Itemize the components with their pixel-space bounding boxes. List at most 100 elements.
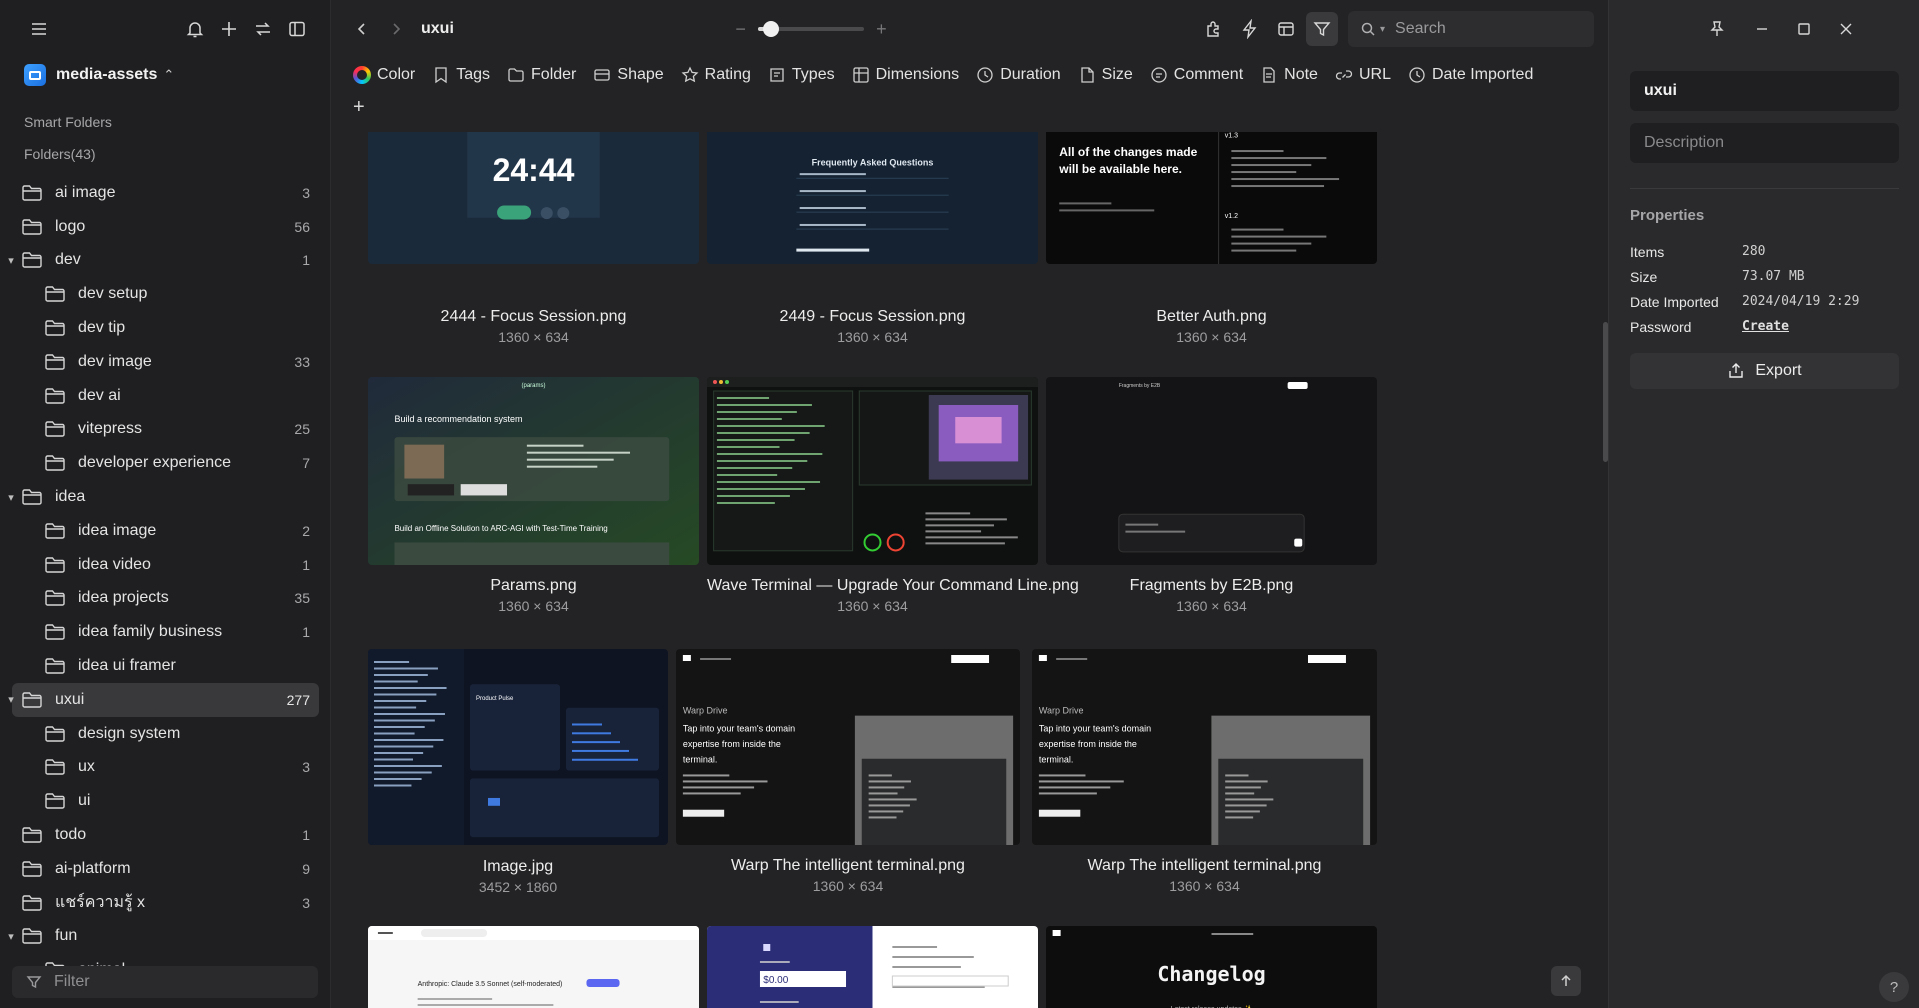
pin-icon[interactable] — [1699, 12, 1733, 46]
folder-item[interactable]: dev ai — [0, 379, 331, 413]
folder-item[interactable]: dev image 33 — [0, 345, 331, 379]
folder-item[interactable]: ▾ dev 1 — [0, 244, 331, 278]
folder-item[interactable]: ai image 3 — [0, 176, 331, 210]
folder-item[interactable]: design system — [0, 717, 331, 751]
folder-count: 35 — [294, 590, 310, 607]
filter-date-imported[interactable]: Date Imported — [1408, 62, 1533, 88]
asset-thumbnail[interactable]: (params) Build a recommendation system B… — [368, 377, 699, 565]
folder-icon — [44, 522, 66, 540]
layout-icon[interactable] — [1270, 12, 1302, 46]
folder-item[interactable]: developer experience 7 — [0, 446, 331, 480]
svg-text:terminal.: terminal. — [683, 755, 718, 765]
folder-item[interactable]: ai-platform 9 — [0, 852, 331, 886]
asset-thumbnail[interactable]: Warp Drive Tap into your team's domain e… — [676, 649, 1020, 845]
library-switcher[interactable]: media-assets ⌃ — [0, 58, 330, 92]
asset-thumbnail[interactable]: Frequently Asked Questions — [707, 132, 1038, 264]
filter-folder[interactable]: Folder — [507, 62, 576, 88]
back-icon[interactable] — [345, 12, 379, 46]
folder-item[interactable]: vitepress 25 — [0, 413, 331, 447]
zoom-track[interactable] — [758, 21, 864, 37]
asset-thumbnail[interactable]: Product Pulse — [368, 649, 668, 845]
asset-thumbnail[interactable]: All of the changes made will be availabl… — [1046, 132, 1377, 264]
folder-item[interactable]: dev tip — [0, 311, 331, 345]
menu-icon[interactable] — [22, 12, 56, 46]
expand-caret-icon[interactable]: ▾ — [4, 693, 18, 706]
filter-size[interactable]: Size — [1078, 62, 1133, 88]
zoom-in-icon[interactable]: + — [872, 19, 891, 40]
description-field[interactable]: Description — [1630, 123, 1899, 163]
folder-item[interactable]: ▾ uxui 277 — [8, 682, 319, 717]
filter-duration[interactable]: Duration — [976, 62, 1061, 88]
folder-item[interactable]: idea ui framer — [0, 649, 331, 683]
folder-item[interactable]: idea image 2 — [0, 514, 331, 548]
folder-item[interactable]: แชร์ความรู้ x 3 — [0, 886, 331, 920]
folder-item[interactable]: idea projects 35 — [0, 582, 331, 616]
filter-label: Types — [791, 66, 835, 83]
expand-caret-icon[interactable]: ▾ — [4, 930, 18, 943]
filter-dimensions[interactable]: Dimensions — [852, 62, 960, 88]
add-filter-icon[interactable]: + — [353, 96, 365, 119]
filter-note[interactable]: Note — [1260, 62, 1318, 88]
folder-item[interactable]: ▾ idea — [0, 480, 331, 514]
asset-name: Better Auth.png — [1156, 308, 1267, 325]
forward-icon[interactable] — [379, 12, 413, 46]
filter-rating[interactable]: Rating — [681, 62, 751, 88]
folder-item[interactable]: logo 56 — [0, 210, 331, 244]
asset-thumbnail[interactable] — [707, 377, 1038, 565]
folder-icon — [21, 860, 43, 878]
export-button[interactable]: Export — [1630, 353, 1899, 389]
swap-icon[interactable] — [246, 12, 280, 46]
asset-thumbnail[interactable]: Changelog Latest release updates ✨ — [1046, 926, 1377, 1008]
zoom-knob[interactable] — [762, 21, 779, 37]
folder-filter-input[interactable]: Filter — [12, 966, 318, 998]
asset-thumbnail[interactable]: 24:44 — [368, 132, 699, 264]
folder-item[interactable]: todo 1 — [0, 818, 331, 852]
folder-count: 2 — [302, 522, 310, 539]
folder-item[interactable]: ▾ fun — [0, 920, 331, 954]
asset-thumbnail[interactable]: Fragments by E2B — [1046, 377, 1377, 565]
folder-count: 3 — [302, 894, 310, 911]
close-icon[interactable] — [1829, 12, 1863, 46]
search-input[interactable]: ▾ Search — [1348, 11, 1594, 47]
smart-folders-header[interactable]: Smart Folders — [0, 106, 330, 138]
maximize-icon[interactable] — [1787, 12, 1821, 46]
scroll-to-top-icon[interactable] — [1551, 966, 1581, 996]
folders-header[interactable]: Folders(43) — [0, 138, 330, 170]
filter-color[interactable]: Color — [353, 62, 415, 88]
filter-url[interactable]: URL — [1335, 62, 1391, 88]
asset-thumbnail[interactable]: Warp Drive Tap into your team's domain e… — [1032, 649, 1377, 845]
folder-item[interactable]: ui — [0, 784, 331, 818]
folder-item[interactable]: idea video 1 — [0, 548, 331, 582]
folder-item[interactable]: dev setup — [0, 277, 331, 311]
zoom-out-icon[interactable]: − — [731, 19, 750, 40]
filter-tags[interactable]: Tags — [432, 62, 490, 88]
folder-item[interactable]: ux 3 — [0, 751, 331, 785]
asset-name: Warp The intelligent terminal.png — [1087, 857, 1322, 874]
folder-name-field[interactable]: uxui — [1630, 71, 1899, 111]
lightning-icon[interactable] — [1234, 12, 1266, 46]
puzzle-icon[interactable] — [1198, 12, 1230, 46]
create-password-link[interactable]: Create — [1742, 319, 1789, 334]
help-icon[interactable]: ? — [1879, 972, 1909, 1002]
zoom-slider[interactable]: − + — [731, 17, 891, 41]
expand-caret-icon[interactable]: ▾ — [4, 491, 18, 504]
expand-caret-icon[interactable]: ▾ — [4, 254, 18, 267]
filter-label: Color — [377, 66, 416, 83]
asset-thumbnail[interactable]: Anthropic: Claude 3.5 Sonnet (self-moder… — [368, 926, 699, 1008]
add-icon[interactable] — [212, 12, 246, 46]
svg-text:Product Pulse: Product Pulse — [476, 696, 514, 702]
inspector-panel: uxui Description Properties Items 280 Si… — [1608, 0, 1919, 1008]
filter-label: Dimensions — [875, 66, 960, 83]
bell-icon[interactable] — [178, 12, 212, 46]
minimize-icon[interactable] — [1745, 12, 1779, 46]
sidebar-toggle-icon[interactable] — [280, 12, 314, 46]
folder-label: uxui — [55, 690, 85, 708]
folder-item[interactable]: idea family business 1 — [0, 615, 331, 649]
folder-label: แชร์ความรู้ x — [55, 894, 146, 912]
folder-count: 277 — [286, 691, 310, 708]
asset-thumbnail[interactable]: $0.00 — [707, 926, 1038, 1008]
filter-comment[interactable]: Comment — [1150, 62, 1243, 88]
filter-toggle-icon[interactable] — [1306, 12, 1338, 46]
filter-types[interactable]: Types — [768, 62, 835, 88]
filter-shape[interactable]: Shape — [593, 62, 664, 88]
